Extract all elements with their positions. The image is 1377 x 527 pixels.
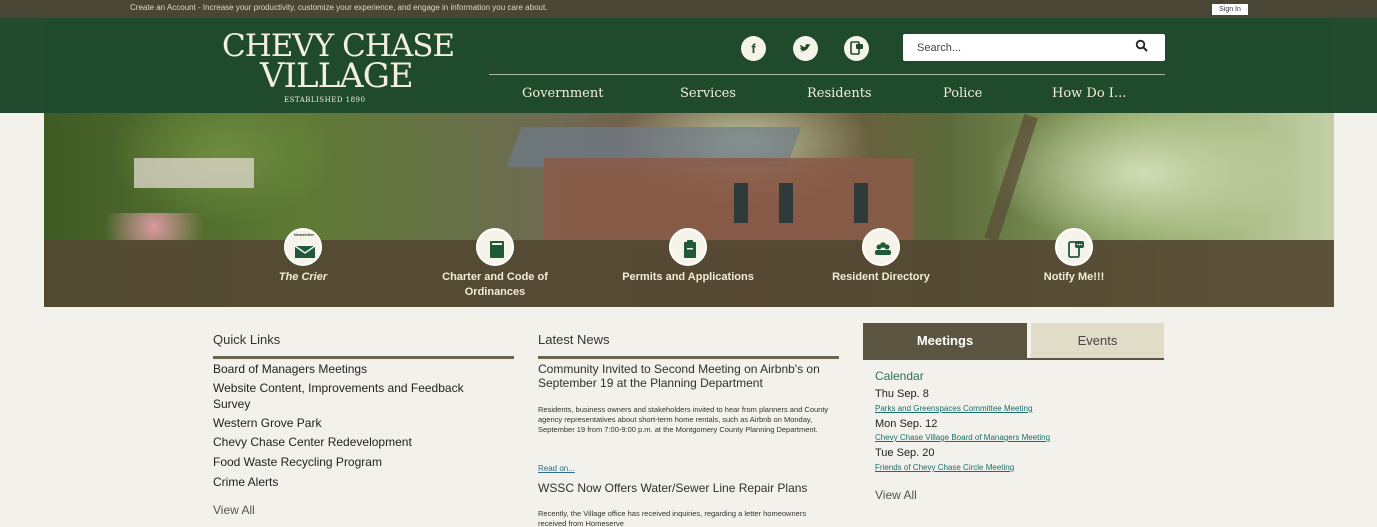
calendar-event-link[interactable]: Chevy Chase Village Board of Managers Me… (875, 433, 1050, 442)
calendar-date: Tue Sep. 20 (875, 447, 935, 459)
clipboard-icon (669, 228, 707, 266)
quick-link-item[interactable]: Board of Managers Meetings (213, 361, 503, 377)
quick-icon-directory[interactable]: Resident Directory (806, 228, 956, 307)
quick-icon-label: Notify Me!!! (1043, 271, 1105, 283)
hero-tree-trunk (984, 114, 1038, 242)
quick-icon-notify[interactable]: Notify Me!!! (999, 228, 1149, 307)
facebook-icon[interactable]: f (741, 36, 766, 61)
logo-line-2: VILLAGE (260, 56, 414, 96)
quick-icon-label: Charter and Code of Ordinances (442, 271, 548, 298)
phone-message-icon (1055, 228, 1093, 266)
quick-link-item[interactable]: Crime Alerts (213, 474, 503, 490)
sign-in-button[interactable]: Sign In (1212, 4, 1248, 15)
latest-news-title: Latest News (538, 332, 610, 347)
quick-icon-charter[interactable]: Charter and Code of Ordinances (420, 228, 570, 307)
nav-services[interactable]: Services (680, 86, 736, 101)
quick-links-rule (213, 356, 514, 359)
hero-window (854, 183, 868, 223)
quick-links-title: Quick Links (213, 332, 281, 347)
calendar-heading: Calendar (875, 369, 924, 383)
calendar-event-link[interactable]: Friends of Chevy Chase Circle Meeting (875, 463, 1014, 472)
news-read-on-link[interactable]: Read on... (538, 464, 575, 473)
create-account-link[interactable]: Create an Account - Increase your produc… (130, 3, 547, 12)
quick-link-item[interactable]: Chevy Chase Center Redevelopment (213, 434, 503, 450)
nav-how-do-i[interactable]: How Do I... (1052, 86, 1126, 101)
nav-police[interactable]: Police (943, 86, 982, 101)
notify-icon[interactable] (844, 36, 869, 61)
news-summary: Residents, business owners and stakehold… (538, 405, 829, 434)
hero-flowers (84, 213, 224, 241)
nav-government[interactable]: Government (522, 86, 603, 101)
header-side-right (1333, 18, 1377, 113)
quick-icon-label: Permits and Applications (622, 271, 754, 283)
quick-icons-bar: Newsletter The Crier Charter and Code of… (44, 228, 1334, 307)
hero-banner: Newsletter The Crier Charter and Code of… (44, 113, 1334, 307)
nav-divider (489, 74, 1165, 75)
quick-link-item[interactable]: Western Grove Park (213, 415, 503, 431)
news-headline[interactable]: Community Invited to Second Meeting on A… (538, 362, 838, 390)
quick-link-item[interactable]: Website Content, Improvements and Feedba… (213, 380, 503, 412)
hero-window (734, 183, 748, 223)
tab-underline (863, 358, 1164, 360)
header-side-left (0, 18, 44, 113)
site-header: CHEVY CHASE VILLAGE ESTABLISHED 1890 f G… (0, 18, 1377, 113)
calendar-event-link[interactable]: Parks and Greenspaces Committee Meeting (875, 404, 1032, 413)
nav-residents[interactable]: Residents (807, 86, 872, 101)
newsletter-icon: Newsletter (284, 228, 322, 266)
book-icon (476, 228, 514, 266)
news-summary: Recently, the Village office has receive… (538, 509, 807, 527)
site-logo[interactable]: CHEVY CHASE VILLAGE ESTABLISHED 1890 (212, 26, 455, 108)
top-strip: Create an Account - Increase your produc… (0, 0, 1377, 18)
tab-meetings[interactable]: Meetings (863, 323, 1027, 358)
logo-established: ESTABLISHED 1890 (284, 96, 366, 104)
quick-links-view-all[interactable]: View All (213, 503, 255, 517)
hero-window (779, 183, 793, 223)
news-headline[interactable]: WSSC Now Offers Water/Sewer Line Repair … (538, 481, 838, 495)
calendar-view-all[interactable]: View All (875, 488, 917, 502)
search-input[interactable] (917, 40, 1117, 56)
quick-link-item[interactable]: Food Waste Recycling Program (213, 454, 503, 470)
quick-icon-label: Resident Directory (832, 271, 930, 283)
hero-porch (134, 158, 254, 188)
latest-news-rule (538, 356, 839, 359)
people-icon (862, 228, 900, 266)
twitter-icon[interactable] (793, 36, 818, 61)
search-icon[interactable] (1135, 39, 1149, 53)
newsletter-tag: Newsletter (293, 232, 315, 237)
tab-events[interactable]: Events (1031, 323, 1164, 358)
calendar-date: Mon Sep. 12 (875, 418, 938, 430)
quick-icon-crier[interactable]: Newsletter The Crier (228, 228, 378, 307)
search-box (903, 34, 1165, 61)
calendar-date: Thu Sep. 8 (875, 388, 929, 400)
quick-icon-label: The Crier (278, 271, 328, 283)
quick-icon-permits[interactable]: Permits and Applications (613, 228, 763, 307)
